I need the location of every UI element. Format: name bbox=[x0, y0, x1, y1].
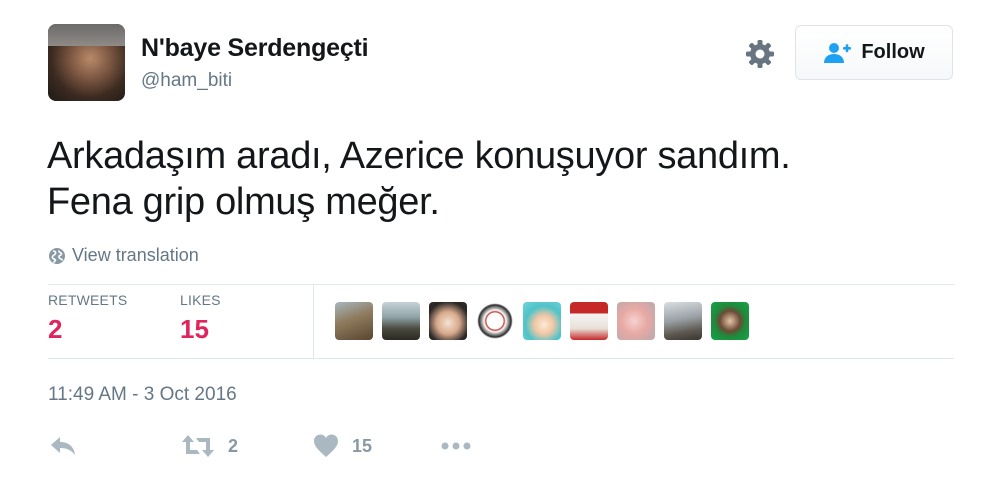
retweets-stat[interactable]: RETWEETS 2 bbox=[48, 292, 127, 345]
likes-stat[interactable]: LIKES 15 bbox=[180, 292, 221, 345]
reply-icon bbox=[51, 437, 75, 455]
follow-button[interactable]: Follow bbox=[795, 25, 953, 80]
avatar-hair bbox=[48, 24, 125, 46]
liker-avatar[interactable] bbox=[617, 302, 655, 340]
retweets-label: RETWEETS bbox=[48, 292, 128, 308]
retweets-count: 2 bbox=[48, 314, 63, 344]
like-button[interactable]: 15 bbox=[312, 432, 372, 460]
gear-icon[interactable] bbox=[744, 38, 776, 70]
liker-avatars bbox=[335, 302, 749, 340]
likes-count: 15 bbox=[180, 314, 209, 344]
view-translation-label: View translation bbox=[72, 245, 199, 265]
add-user-icon bbox=[824, 42, 852, 63]
liker-avatar[interactable] bbox=[335, 302, 373, 340]
stats-divider bbox=[313, 285, 314, 358]
retweet-action-count: 2 bbox=[228, 435, 239, 456]
reply-button[interactable] bbox=[48, 432, 78, 460]
author-avatar[interactable] bbox=[48, 24, 125, 101]
liker-avatar[interactable] bbox=[570, 302, 608, 340]
like-action-count: 15 bbox=[352, 435, 373, 456]
tweet-text: Arkadaşım aradı, Azerice konuşuyor sandı… bbox=[47, 133, 947, 225]
liker-avatar[interactable] bbox=[429, 302, 467, 340]
author-handle[interactable]: @ham_biti bbox=[141, 70, 232, 92]
heart-icon bbox=[314, 434, 338, 457]
liker-avatar[interactable] bbox=[382, 302, 420, 340]
globe-icon bbox=[49, 247, 65, 264]
tweet-text-line-1: Arkadaşım aradı, Azerice konuşuyor sandı… bbox=[47, 135, 791, 177]
divider-bottom bbox=[48, 358, 954, 359]
view-translation-link[interactable]: View translation bbox=[48, 245, 199, 266]
retweet-button[interactable]: 2 bbox=[180, 432, 238, 460]
liker-avatar[interactable] bbox=[523, 302, 561, 340]
tweet-timestamp[interactable]: 11:49 AM - 3 Oct 2016 bbox=[48, 384, 237, 406]
more-button[interactable] bbox=[440, 432, 472, 460]
likes-label: LIKES bbox=[180, 292, 221, 308]
liker-avatar[interactable] bbox=[664, 302, 702, 340]
retweet-icon bbox=[182, 435, 214, 457]
author-display-name[interactable]: N'baye Serdengeçti bbox=[141, 34, 369, 63]
tweet-text-line-2: Fena grip olmuş meğer. bbox=[47, 181, 440, 223]
liker-avatar[interactable] bbox=[476, 302, 514, 340]
liker-avatar[interactable] bbox=[711, 302, 749, 340]
more-icon bbox=[441, 442, 471, 450]
divider-top bbox=[48, 284, 954, 285]
follow-button-label: Follow bbox=[861, 41, 925, 63]
